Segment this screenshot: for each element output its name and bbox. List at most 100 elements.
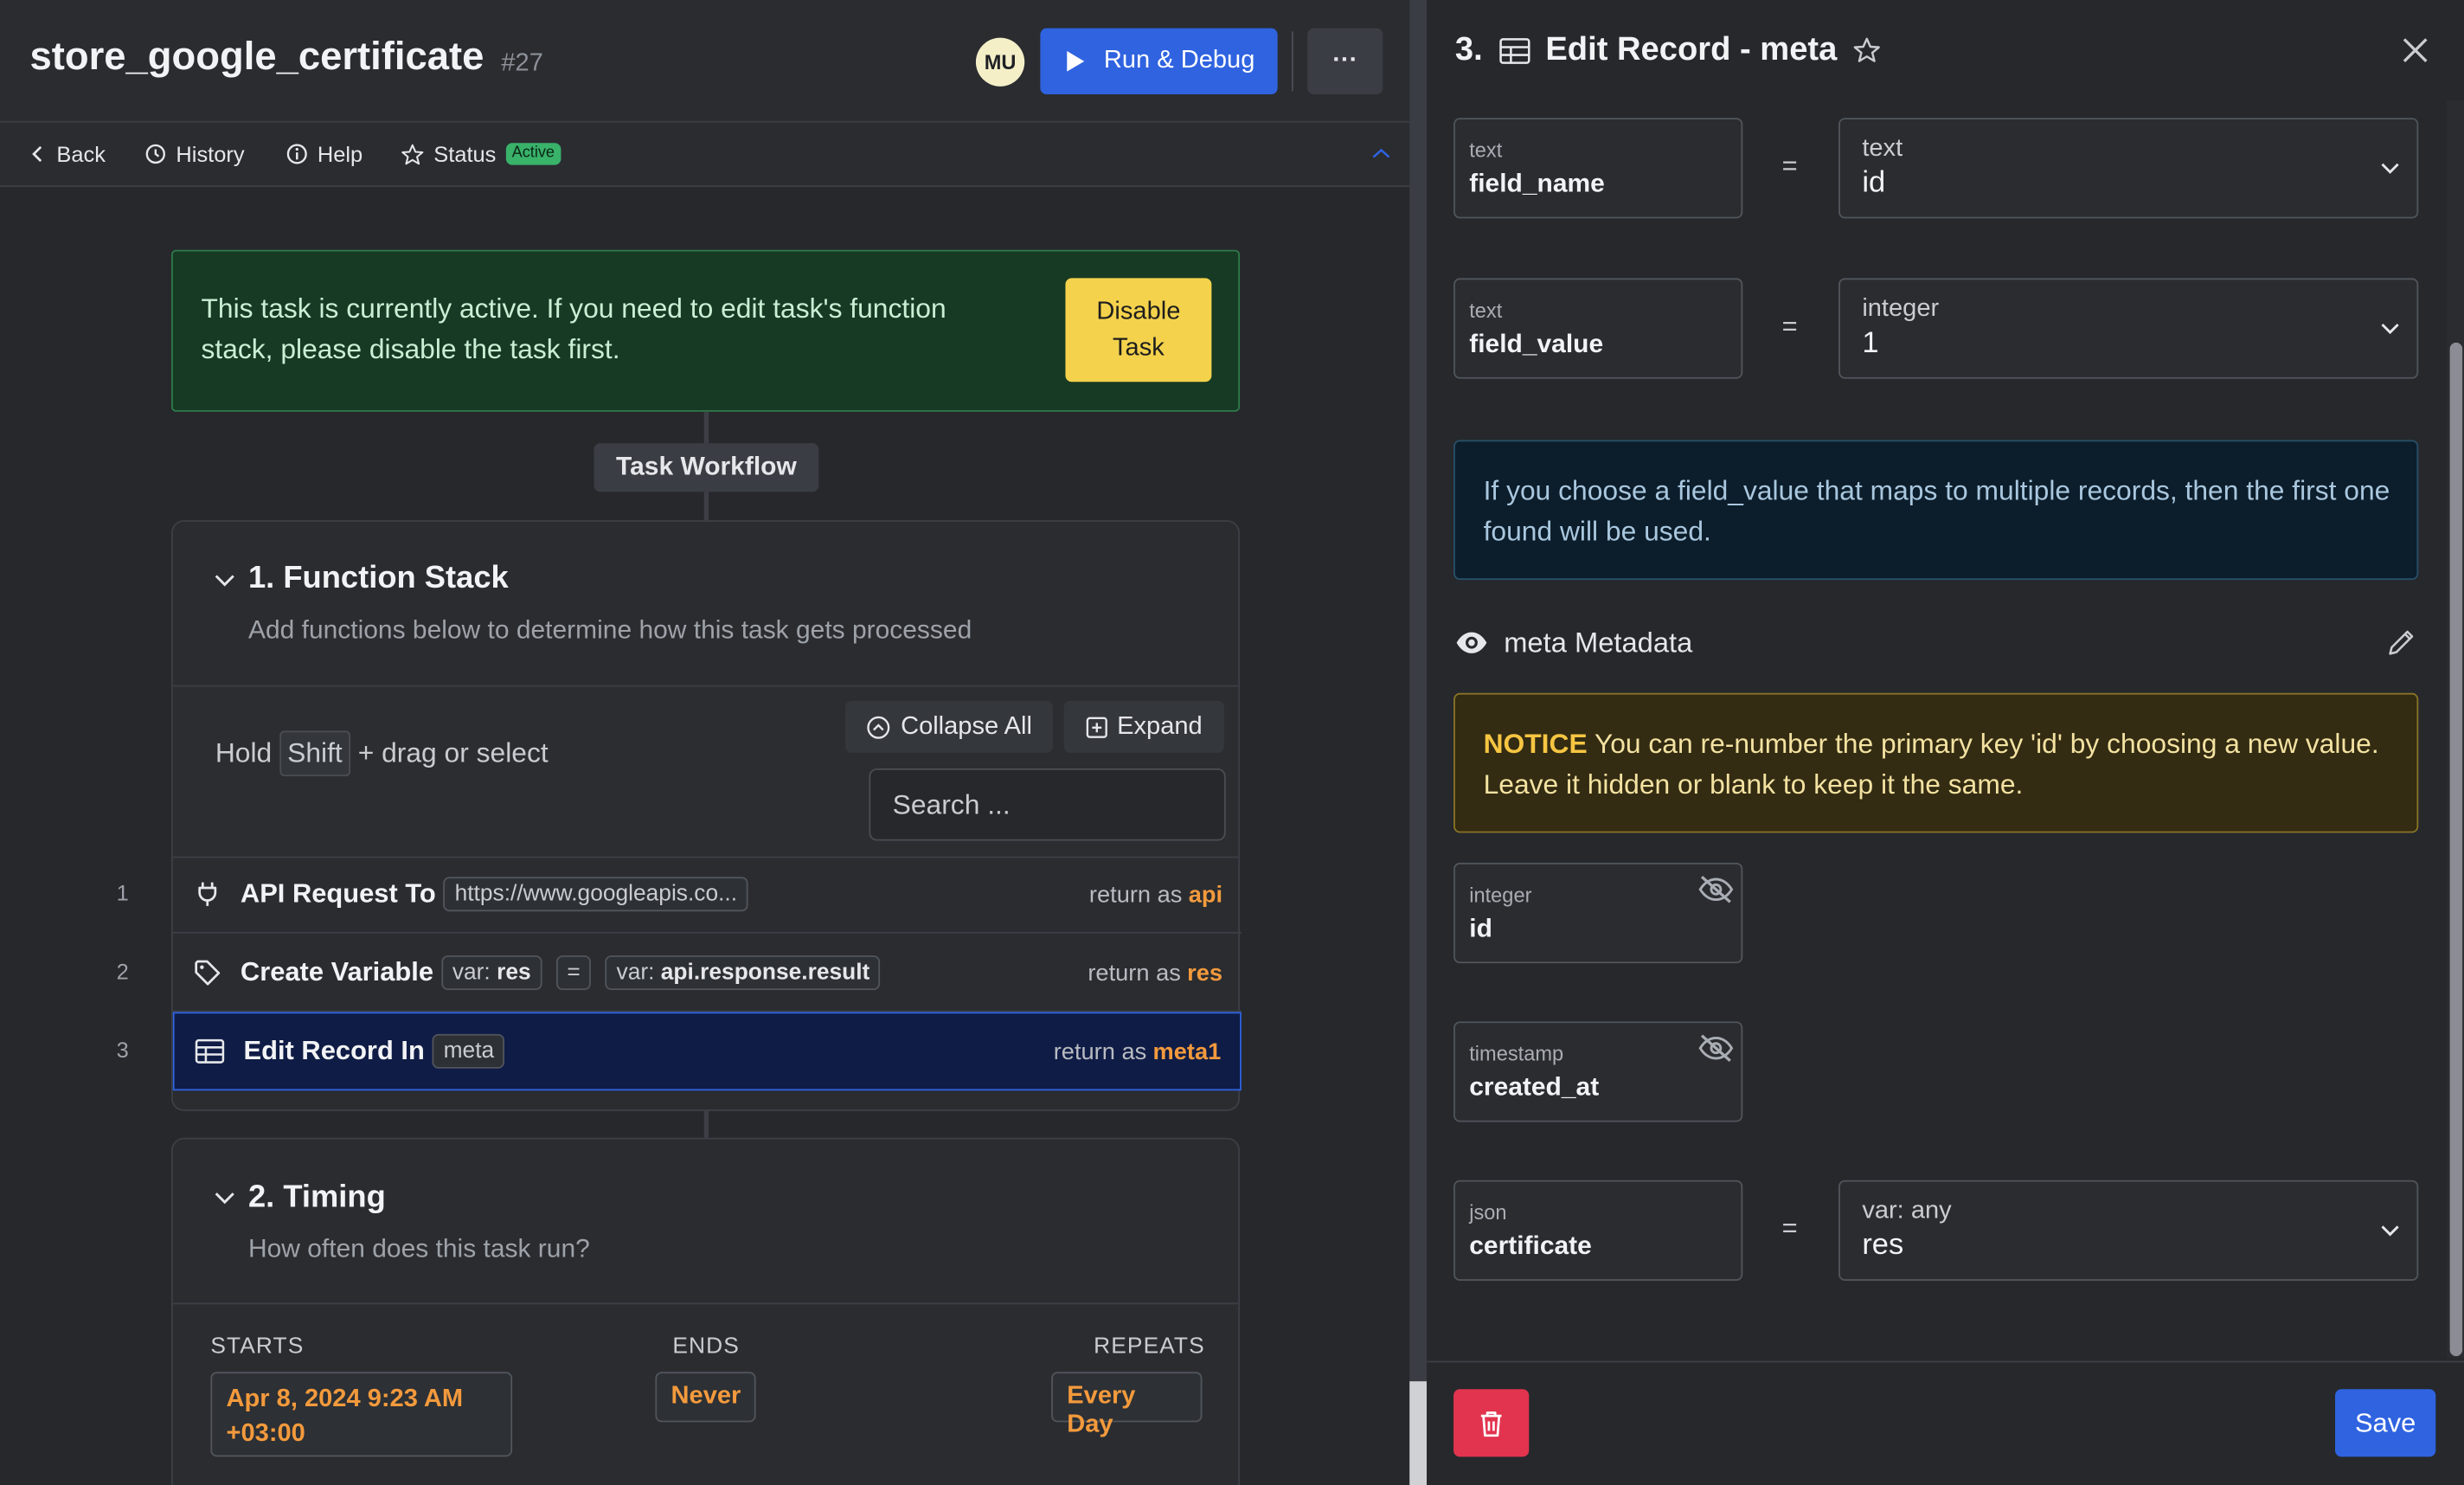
field-name-key: text field_name bbox=[1453, 118, 1743, 219]
step-number: 3 bbox=[116, 1037, 129, 1063]
panel-scrollbar-thumb[interactable] bbox=[2449, 342, 2463, 1357]
field-type: text bbox=[1469, 138, 1503, 163]
eye-off-icon[interactable] bbox=[1697, 874, 1736, 905]
step-index: 3. bbox=[1454, 31, 1483, 68]
help-link[interactable]: Help bbox=[286, 138, 363, 170]
help-label: Help bbox=[317, 141, 363, 167]
function-stack-toolbar: Hold Shift + drag or select Collapse All… bbox=[172, 685, 1239, 858]
panel-splitter[interactable] bbox=[1409, 0, 1428, 1485]
certificate-select[interactable]: var: any res bbox=[1838, 1180, 2419, 1281]
disable-task-label-line2: Task bbox=[1112, 334, 1165, 362]
history-link[interactable]: History bbox=[144, 138, 245, 170]
chevron-down-icon[interactable] bbox=[212, 568, 237, 593]
page-title: store_google_certificate bbox=[29, 34, 484, 79]
field-value-select[interactable]: integer 1 bbox=[1838, 278, 2419, 379]
equals-sign: = bbox=[1781, 151, 1798, 181]
more-options-button[interactable]: ··· bbox=[1307, 28, 1383, 94]
delete-button[interactable] bbox=[1453, 1389, 1530, 1457]
repeats-value[interactable]: Every Day bbox=[1051, 1372, 1203, 1438]
avatar[interactable]: MU bbox=[975, 37, 1025, 87]
workflow-connector bbox=[703, 1110, 709, 1138]
field-type: timestamp bbox=[1469, 1041, 1564, 1066]
step-name: Edit Record In bbox=[243, 1035, 425, 1066]
close-icon[interactable] bbox=[2398, 33, 2433, 68]
banner-message: This task is currently active. If you ne… bbox=[201, 292, 946, 365]
notice-message: NOTICE You can re-number the primary key… bbox=[1484, 723, 2395, 804]
chevron-down-icon bbox=[2381, 163, 2399, 174]
select-value: res bbox=[1862, 1229, 1904, 1263]
return-variable: api bbox=[1188, 880, 1223, 908]
step-name: API Request To bbox=[240, 878, 436, 909]
panel-scrollbar-thumb[interactable] bbox=[1409, 1381, 1428, 1485]
chevron-down-icon bbox=[2381, 323, 2399, 335]
collapse-all-button[interactable]: Collapse All bbox=[845, 700, 1053, 753]
expand-icon bbox=[1086, 716, 1107, 737]
task-active-banner: This task is currently active. If you ne… bbox=[170, 249, 1241, 412]
info-callout: If you choose a field_value that maps to… bbox=[1453, 440, 2419, 581]
created-at-field: timestamp created_at bbox=[1453, 1021, 1743, 1122]
step-name: Create Variable bbox=[240, 956, 434, 987]
var-prefix: var: bbox=[616, 960, 655, 986]
starts-label: STARTS bbox=[210, 1334, 305, 1360]
eye-icon[interactable] bbox=[1455, 630, 1488, 655]
certificate-key: json certificate bbox=[1453, 1180, 1743, 1281]
timing-schedule: STARTS ENDS REPEATS Apr 8, 2024 9:23 AM … bbox=[172, 1302, 1239, 1485]
info-message: If you choose a field_value that maps to… bbox=[1483, 474, 2390, 547]
select-value: id bbox=[1862, 166, 1886, 200]
var-prefix: var: bbox=[452, 960, 491, 986]
save-button[interactable]: Save bbox=[2335, 1389, 2436, 1457]
eye-off-icon[interactable] bbox=[1697, 1032, 1736, 1064]
field-type: json bbox=[1469, 1200, 1507, 1225]
drag-hint: Hold Shift + drag or select bbox=[215, 730, 561, 777]
hint-suffix: + drag or select bbox=[357, 736, 549, 768]
starts-value[interactable]: Apr 8, 2024 9:23 AM +03:00 bbox=[210, 1372, 513, 1457]
notice-body: You can re-number the primary key 'id' b… bbox=[1483, 727, 2379, 800]
history-label: History bbox=[176, 141, 245, 167]
tag-icon bbox=[195, 960, 221, 986]
value-pill: var: api.response.result bbox=[605, 955, 882, 991]
function-step-edit-record[interactable]: Edit Record In meta return as meta1 bbox=[172, 1012, 1242, 1091]
collapse-icon bbox=[867, 715, 890, 738]
star-icon[interactable] bbox=[1853, 36, 1882, 65]
edit-record-title: 3. Edit Record - meta bbox=[1455, 31, 1881, 69]
field-type: text bbox=[1469, 299, 1503, 323]
hint-prefix: Hold bbox=[215, 736, 273, 768]
field-label: field_name bbox=[1469, 170, 1605, 198]
chevron-up-icon[interactable] bbox=[1370, 143, 1392, 164]
disable-task-button[interactable]: Disable Task bbox=[1065, 278, 1212, 382]
task-workflow-label: Task Workflow bbox=[594, 443, 819, 492]
chevron-left-icon bbox=[32, 145, 42, 163]
play-icon bbox=[1068, 51, 1086, 72]
trash-icon bbox=[1480, 1411, 1502, 1437]
back-link[interactable]: Back bbox=[29, 138, 106, 170]
step-number: 1 bbox=[116, 879, 129, 905]
metadata-header: meta Metadata bbox=[1455, 624, 2417, 662]
function-search-input[interactable] bbox=[869, 768, 1226, 841]
function-step-api-request[interactable]: API Request To https://www.googleapis.co… bbox=[172, 857, 1242, 934]
expand-button[interactable]: Expand bbox=[1063, 700, 1224, 753]
function-step-create-variable[interactable]: Create Variable var: res = var: api.resp… bbox=[172, 935, 1242, 1012]
select-type: text bbox=[1862, 135, 1903, 163]
var-path: api.response.result bbox=[660, 960, 870, 986]
pencil-icon[interactable] bbox=[2385, 627, 2416, 659]
star-icon bbox=[401, 143, 424, 164]
field-label: created_at bbox=[1469, 1073, 1600, 1102]
equals-sign: = bbox=[1781, 311, 1798, 342]
ends-value[interactable]: Never bbox=[655, 1372, 756, 1423]
return-prefix: return as bbox=[1053, 1038, 1147, 1065]
repeats-label: REPEATS bbox=[1094, 1334, 1205, 1360]
id-field: integer id bbox=[1453, 862, 1743, 964]
notice-heading: NOTICE bbox=[1483, 727, 1588, 760]
chevron-down-icon[interactable] bbox=[212, 1185, 237, 1210]
back-label: Back bbox=[56, 141, 106, 167]
task-nav-bar: Back History Help Status Active bbox=[0, 122, 1410, 188]
run-debug-button[interactable]: Run & Debug bbox=[1040, 28, 1278, 94]
var-pill: var: res bbox=[441, 955, 542, 991]
plug-icon bbox=[198, 882, 217, 906]
field-name-select[interactable]: text id bbox=[1838, 118, 2419, 219]
toolbar-divider bbox=[1291, 31, 1293, 92]
status-link[interactable]: Status Active bbox=[401, 138, 561, 170]
return-as: return as meta1 bbox=[1054, 1038, 1222, 1064]
table-icon bbox=[1498, 37, 1530, 63]
workflow-connector bbox=[703, 411, 709, 444]
